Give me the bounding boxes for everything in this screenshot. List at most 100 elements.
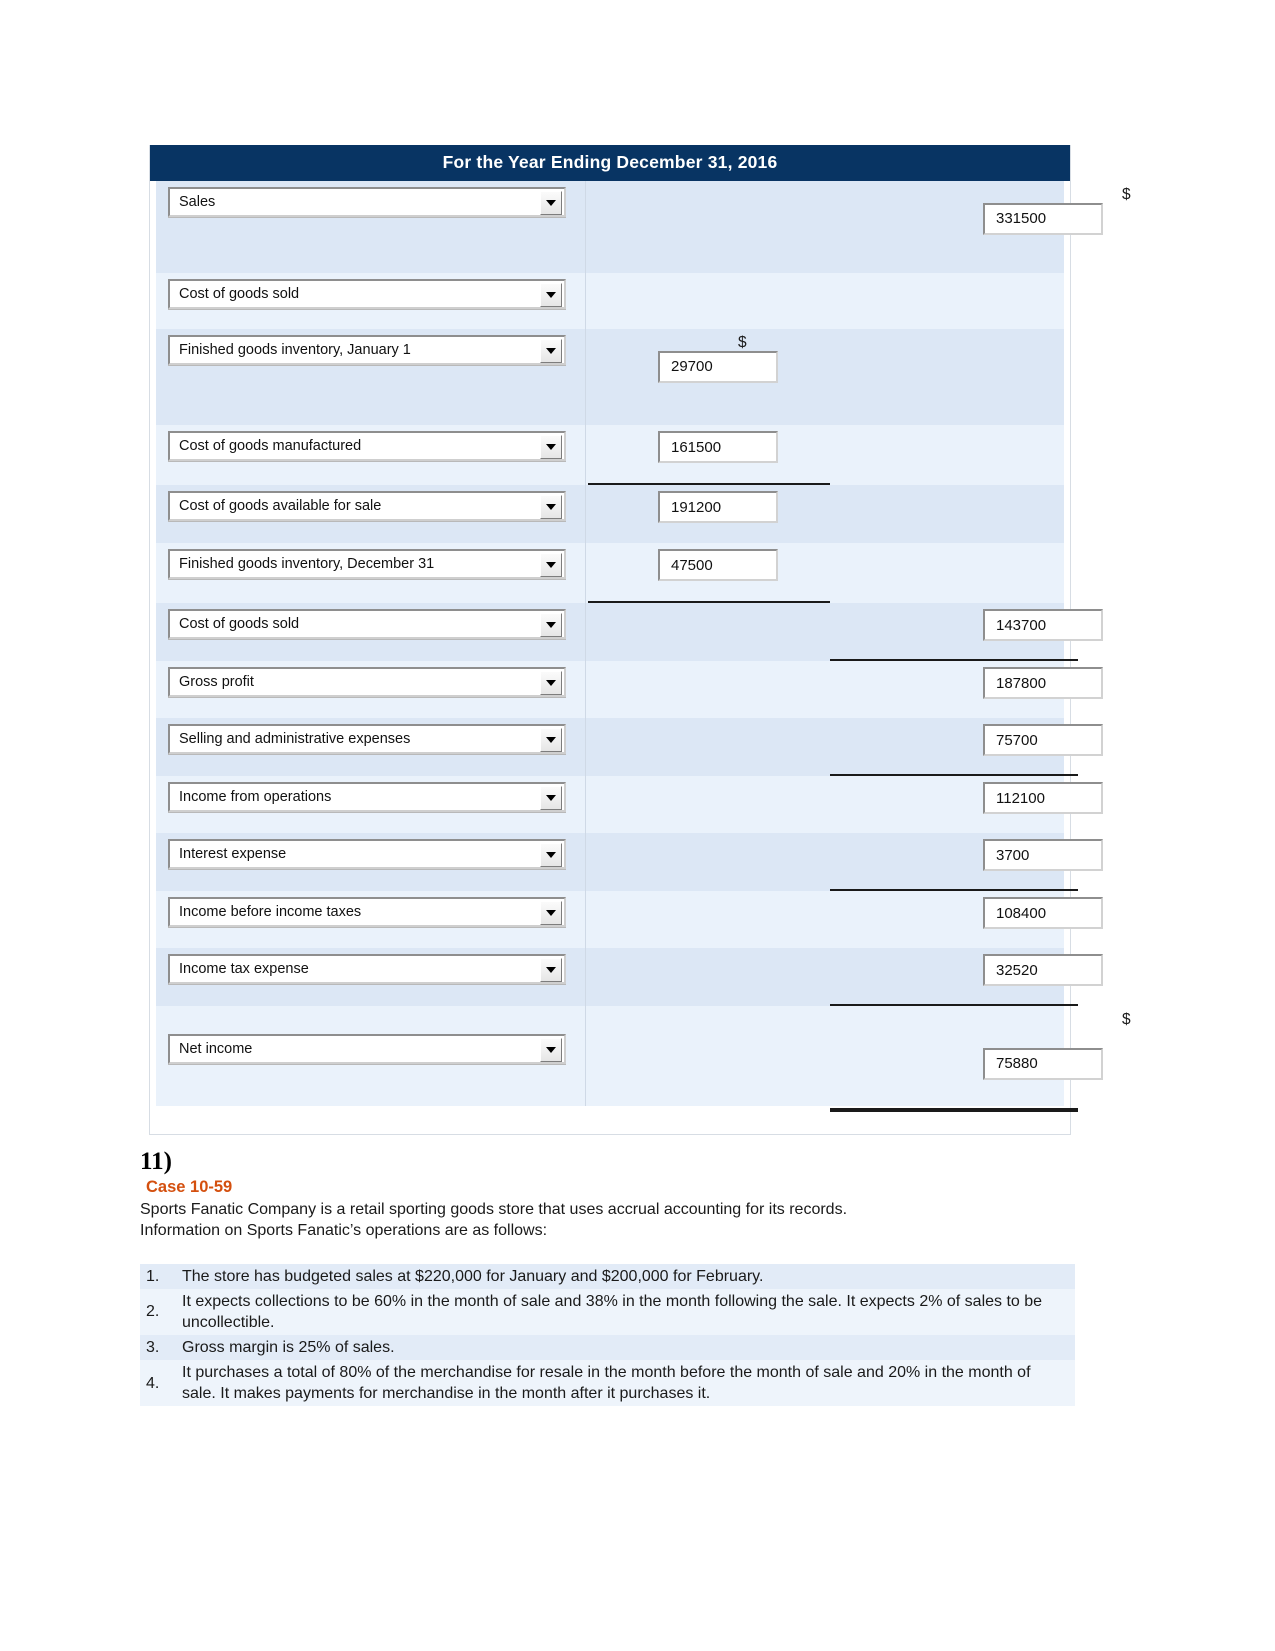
account-select-gross-profit[interactable]: Gross profit [168,667,566,697]
amount-input-sales[interactable]: 331500 [983,202,1103,235]
row-mid-cell [586,661,828,718]
account-select-label: Income tax expense [179,961,309,977]
account-select-sga[interactable]: Selling and administrative expenses [168,724,566,754]
row-right-cell: 112100 [828,776,1107,833]
row-right-cell [828,329,1064,425]
row-right-cell: $ 75880 [828,1006,1135,1106]
table-row: Sales $ 331500 [156,181,1131,273]
row-label-cell: Finished goods inventory, December 31 [156,543,586,603]
case-title: Case 10-59 [146,1178,233,1196]
chevron-down-icon[interactable] [540,786,562,810]
account-select-label: Cost of goods sold [179,286,300,302]
chevron-down-icon[interactable] [540,191,562,215]
chevron-down-icon[interactable] [540,728,562,752]
amount-input-interest-expense[interactable]: 3700 [983,839,1103,871]
row-mid-cell [586,833,828,891]
amount-input-income-tax-expense[interactable]: 32520 [983,954,1103,986]
row-label-cell: Interest expense [156,833,586,891]
row-right-cell: 143700 [828,603,1107,661]
row-mid-cell [586,718,828,776]
chevron-down-icon[interactable] [540,613,562,637]
chevron-down-icon[interactable] [540,495,562,519]
table-row: Selling and administrative expenses 7570… [156,718,1103,776]
account-select-income-from-operations[interactable]: Income from operations [168,782,566,812]
row-right-cell: $ 331500 [828,181,1135,273]
row-label-cell: Cost of goods sold [156,603,586,661]
amount-input-fg-inventory-dec[interactable]: 47500 [658,549,778,581]
list-item-marker: 1. [146,1267,160,1285]
row-label-cell: Income tax expense [156,948,586,1006]
table-row: Interest expense 3700 [156,833,1103,891]
account-select-cogafs[interactable]: Cost of goods available for sale [168,491,566,521]
row-label-cell: Income before income taxes [156,891,586,948]
account-select-cogm[interactable]: Cost of goods manufactured [168,431,566,461]
case-intro-line-2: Information on Sports Fanatic’s operatio… [140,1222,548,1240]
account-select-label: Selling and administrative expenses [179,731,411,747]
row-right-cell: 75700 [828,718,1107,776]
account-select-label: Net income [179,1041,253,1057]
chevron-down-icon[interactable] [540,553,562,577]
list-item: 2. It expects collections to be 60% in t… [140,1288,1075,1335]
chevron-down-icon[interactable] [540,1038,562,1062]
currency-symbol-mid: $ [738,334,747,351]
account-select-label: Sales [179,194,216,210]
row-label-cell: Finished goods inventory, January 1 [156,329,586,425]
account-select-fg-inventory-jan[interactable]: Finished goods inventory, January 1 [168,335,566,365]
amount-input-cogs-total[interactable]: 143700 [983,609,1103,641]
row-label-cell: Gross profit [156,661,586,718]
list-item: 3. Gross margin is 25% of sales. [140,1334,1075,1360]
list-item-text: The store has budgeted sales at $220,000… [182,1267,764,1285]
account-select-interest-expense[interactable]: Interest expense [168,839,566,869]
row-mid-cell [586,1006,828,1106]
account-select-sales[interactable]: Sales [168,187,566,217]
table-row: Cost of goods manufactured 161500 [156,425,1064,485]
chevron-down-icon[interactable] [540,901,562,925]
list-item: 4. It purchases a total of 80% of the me… [140,1359,1075,1407]
chevron-down-icon[interactable] [540,283,562,307]
chevron-down-icon[interactable] [540,958,562,982]
table-row: Gross profit 187800 [156,661,1103,718]
chevron-down-icon[interactable] [540,843,562,867]
list-item-marker: 4. [146,1374,160,1392]
amount-input-net-income[interactable]: 75880 [983,1047,1103,1080]
table-row: Net income $ 75880 [156,1006,1131,1112]
row-right-cell [828,543,1064,603]
amount-input-cogafs[interactable]: 191200 [658,491,778,523]
row-label-cell: Sales [156,181,586,273]
table-row: Cost of goods sold [156,273,1064,329]
account-select-income-tax-expense[interactable]: Income tax expense [168,954,566,984]
row-label-cell: Cost of goods manufactured [156,425,586,485]
amount-input-cogm[interactable]: 161500 [658,431,778,463]
list-item: 1. The store has budgeted sales at $220,… [140,1263,1075,1289]
amount-input-income-before-taxes[interactable]: 108400 [983,897,1103,929]
row-right-cell: 187800 [828,661,1107,718]
table-row: Income before income taxes 108400 [156,891,1103,948]
account-select-cogs-total[interactable]: Cost of goods sold [168,609,566,639]
amount-input-income-from-operations[interactable]: 112100 [983,782,1103,814]
account-select-net-income[interactable]: Net income [168,1034,566,1064]
case-facts-list: 1. The store has budgeted sales at $220,… [140,1263,1075,1407]
row-right-cell: 32520 [828,948,1107,1006]
chevron-down-icon[interactable] [540,435,562,459]
chevron-down-icon[interactable] [540,671,562,695]
chevron-down-icon[interactable] [540,339,562,363]
table-row: Cost of goods sold 143700 [156,603,1103,661]
row-right-cell [828,273,1064,329]
account-select-cogs-heading[interactable]: Cost of goods sold [168,279,566,309]
worksheet-body: Sales $ 331500 Cost of goods sold Finish… [150,181,1131,1124]
row-label-cell: Net income [156,1006,586,1106]
table-row: Income tax expense 32520 [156,948,1103,1006]
row-label-cell: Cost of goods available for sale [156,485,586,543]
amount-input-gross-profit[interactable]: 187800 [983,667,1103,699]
account-select-fg-inventory-dec[interactable]: Finished goods inventory, December 31 [168,549,566,579]
amount-input-sga[interactable]: 75700 [983,724,1103,756]
amount-input-fg-inventory-jan[interactable]: 29700 [658,350,778,383]
row-label-cell: Selling and administrative expenses [156,718,586,776]
document-page: For the Year Ending December 31, 2016 Sa… [0,0,1275,1651]
row-mid-cell: 191200 [586,485,828,543]
row-mid-cell [586,603,828,661]
list-item-text: Gross margin is 25% of sales. [182,1338,395,1356]
grand-total-double-rule [830,1108,1078,1112]
row-label-cell: Income from operations [156,776,586,833]
account-select-income-before-taxes[interactable]: Income before income taxes [168,897,566,927]
